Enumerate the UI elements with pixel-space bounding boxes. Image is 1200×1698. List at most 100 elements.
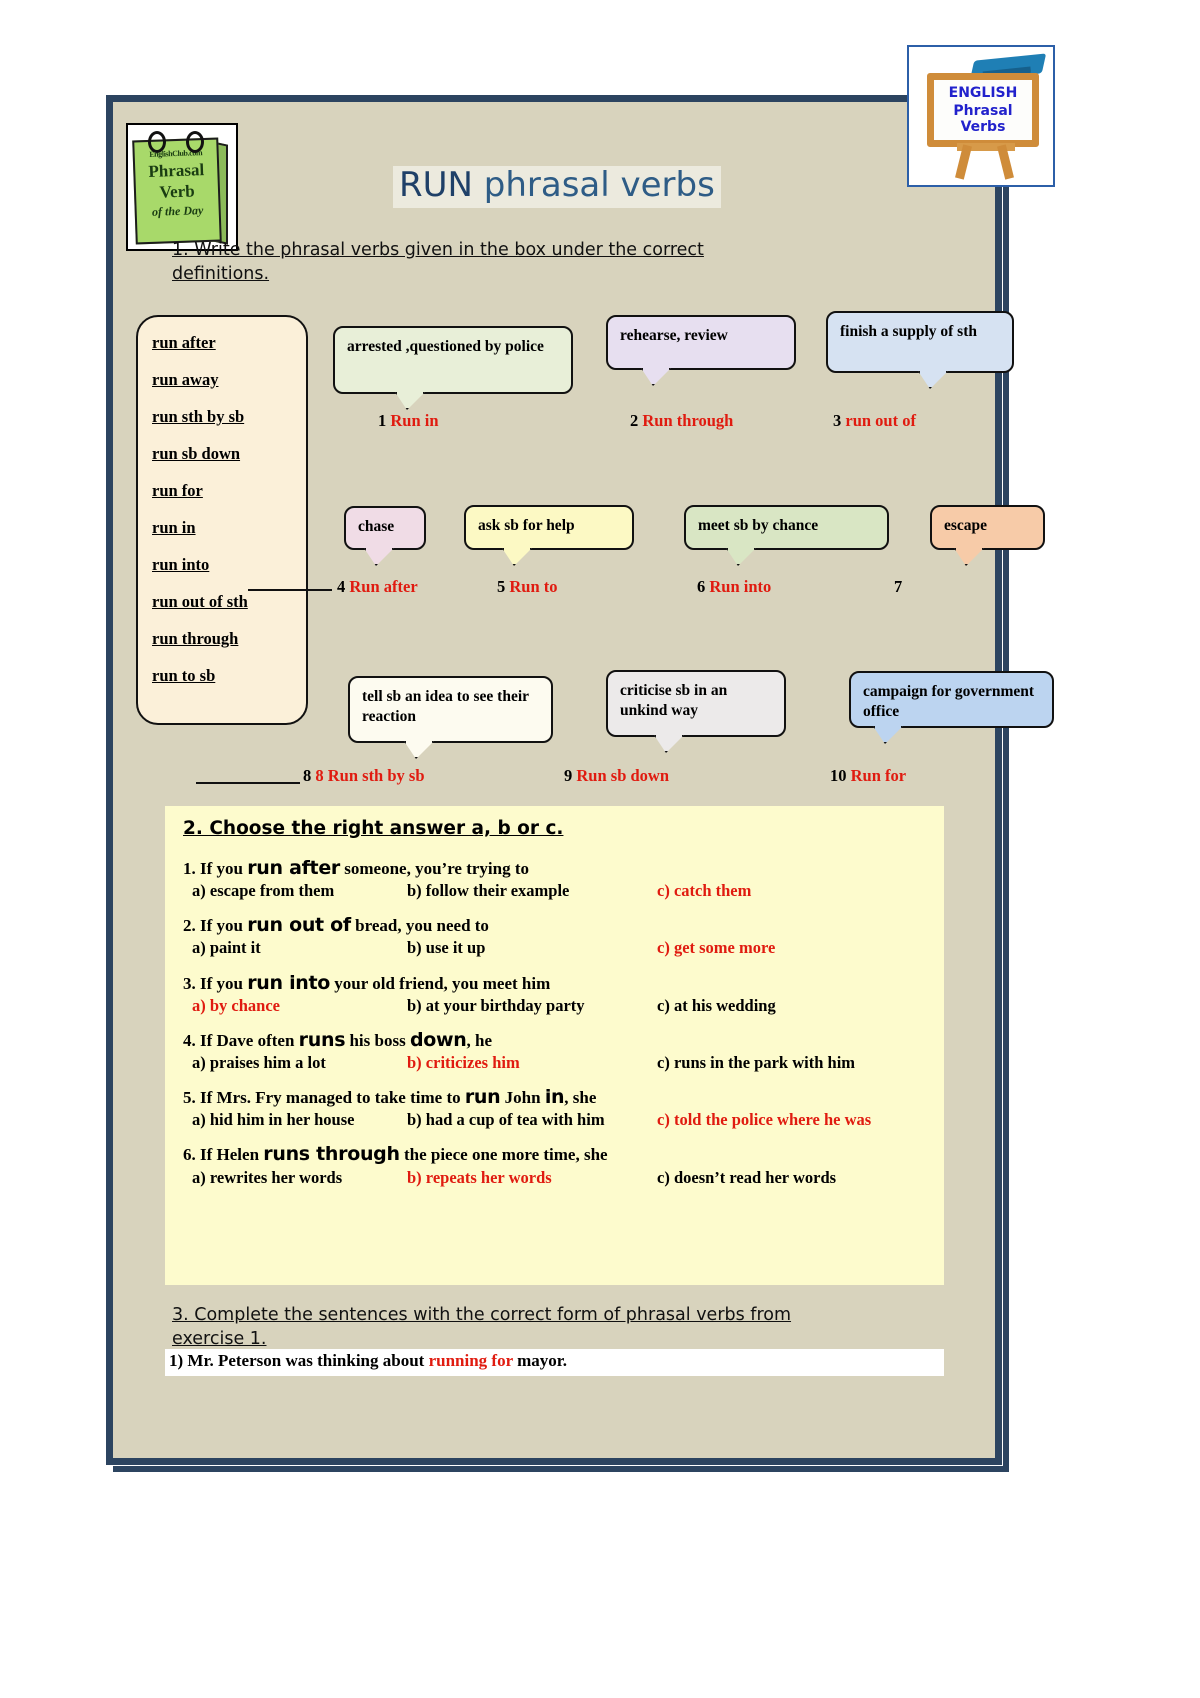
exercise3-instruction-line1: 3. Complete the sentences with the corre… [172,1305,792,1325]
option-a[interactable]: a) escape from them [192,881,407,901]
answer-slot[interactable]: 8 8 Run sth by sb [303,766,425,786]
word-bank-item[interactable]: run sb down [152,444,240,464]
option-c[interactable]: c) get some more [657,938,775,958]
word-bank-row: run after [152,333,306,370]
exercise2-question-stem: 6. If Helen runs through the piece one m… [183,1143,926,1166]
answer-number: 6 [697,577,706,596]
option-b[interactable]: b) had a cup of tea with him [407,1110,657,1130]
definition-bubble-text: tell sb an idea to see their reaction [362,688,529,725]
option-c[interactable]: c) told the police where he was [657,1110,871,1130]
answer-value: Run in [390,411,439,430]
exercise1-instruction-line2: definitions. [172,264,270,285]
answer-blank-line[interactable] [196,781,300,784]
notepad: EnglishClub.com Phrasal Verb of the Day [132,137,222,245]
answer-slot[interactable]: 6 Run into [697,577,771,597]
option-b[interactable]: b) criticizes him [407,1053,657,1073]
option-b[interactable]: b) repeats her words [407,1168,657,1188]
option-c[interactable]: c) catch them [657,881,751,901]
stem-pre: 6. If Helen [183,1145,264,1165]
answer-value: Run for [850,766,907,785]
answer-value: Run into [709,577,772,596]
word-bank-row: run for [152,481,306,518]
word-bank-item[interactable]: run into [152,555,209,575]
word-bank-item[interactable]: run sth by sb [152,407,244,427]
answer-slot[interactable]: 4 Run after [337,577,418,597]
option-a[interactable]: a) praises him a lot [192,1053,407,1073]
word-bank-item[interactable]: run after [152,333,216,353]
exercise2-question-stem: 3. If you run into your old friend, you … [183,972,926,995]
word-bank-row: run into [152,555,306,592]
answer-value: Run sb down [576,766,670,785]
definition-bubble-text: arrested ,questioned by police [347,338,544,355]
answer-blank-line[interactable] [248,588,332,591]
answer-slot[interactable]: 9 Run sb down [564,766,669,786]
definition-bubble-text: ask sb for help [478,517,575,534]
exercise2-options: a) praises him a lot b) criticizes him c) … [183,1053,926,1073]
option-a[interactable]: a) paint it [192,938,407,958]
definition-bubble: criticise sb in an unkind way [606,670,786,753]
answer-number: 7 [894,577,903,596]
answer-number: 10 [830,766,847,785]
option-b[interactable]: b) use it up [407,938,657,958]
option-c[interactable]: c) at his wedding [657,996,776,1016]
answer-number: 1 [378,411,387,430]
exercise2-options: a) paint it b) use it up c) get some more [183,938,926,958]
definition-bubble: finish a supply of sth [826,311,1014,389]
stem-phrasal-verb: run [464,1086,501,1109]
answer-slot[interactable]: 3 run out of [833,411,916,431]
word-bank-item[interactable]: run for [152,481,203,501]
stem-phrasal-verb: run into [247,971,331,994]
definition-bubble: escape [930,505,1045,566]
englishclub-site-label: EnglishClub.com [149,148,203,159]
english-club-phrasal-verb-badge: EnglishClub.com Phrasal Verb of the Day [126,123,238,251]
word-bank-row: run sb down [152,444,306,481]
stem-mid: his boss [345,1030,410,1050]
stem-phrasal-verb: runs through [263,1143,400,1166]
sentence-post: mayor. [512,1351,567,1370]
exercise1-instruction: 1. Write the phrasal verbs given in the … [172,238,884,286]
answer-value: 8 Run sth by sb [315,766,425,785]
exercise3-instruction: 3. Complete the sentences with the corre… [172,1303,912,1351]
definition-bubble-text: finish a supply of sth [840,323,977,340]
stem-phrasal-verb: run after [247,857,340,879]
word-bank-item[interactable]: run in [152,518,196,538]
exercise2-options: a) rewrites her words b) repeats her word… [183,1168,926,1188]
stem-mid: John [500,1088,545,1108]
answer-value: run out of [845,411,916,430]
exercise2-question-stem: 2. If you run out of bread, you need to [183,914,926,937]
exercise3-sentence-1[interactable]: 1) Mr. Peterson was thinking about runni… [165,1349,944,1376]
answer-slot[interactable]: 5 Run to [497,577,558,597]
answer-slot[interactable]: 10 Run for [830,766,906,786]
answer-slot[interactable]: 2 Run through [630,411,733,431]
stem-pre: 2. If you [183,916,248,936]
word-bank-box: run after run away run sth by sb run sb … [136,315,308,725]
word-bank-item[interactable]: run through [152,629,238,649]
option-b[interactable]: b) follow their example [407,881,657,901]
answer-slot[interactable]: 1 Run in [378,411,439,431]
title-phrasal-verbs: phrasal verbs [472,165,715,205]
option-a[interactable]: a) rewrites her words [192,1168,407,1188]
option-a[interactable]: a) hid him in her house [192,1110,407,1130]
definition-bubble: tell sb an idea to see their reaction [348,676,553,759]
option-c[interactable]: c) doesn’t read her words [657,1168,836,1188]
definition-bubble: chase [344,506,426,566]
word-bank-item[interactable]: run away [152,370,218,390]
spiral-ring-icon [186,131,204,153]
word-bank-row: run away [152,370,306,407]
spiral-ring-icon [148,131,166,153]
logo-line-english: ENGLISH [948,85,1018,101]
answer-slot[interactable]: 7 [894,577,902,597]
option-c[interactable]: c) runs in the park with him [657,1053,855,1073]
definition-bubble-text: chase [358,518,395,535]
exercise2-panel: 2. Choose the right answer a, b or c. 1.… [165,806,944,1285]
definition-bubble: ask sb for help [464,505,634,566]
word-bank-row: run sth by sb [152,407,306,444]
exercise2-options: a) hid him in her house b) had a cup of t… [183,1110,926,1130]
option-b[interactable]: b) at your birthday party [407,996,657,1016]
word-bank-item[interactable]: run to sb [152,666,215,686]
easel-board: ENGLISH Phrasal Verbs [927,73,1039,147]
answer-number: 2 [630,411,639,430]
word-bank-item[interactable]: run out of sth [152,592,248,612]
option-a[interactable]: a) by chance [192,996,407,1016]
definition-bubble-text: meet sb by chance [698,517,819,534]
